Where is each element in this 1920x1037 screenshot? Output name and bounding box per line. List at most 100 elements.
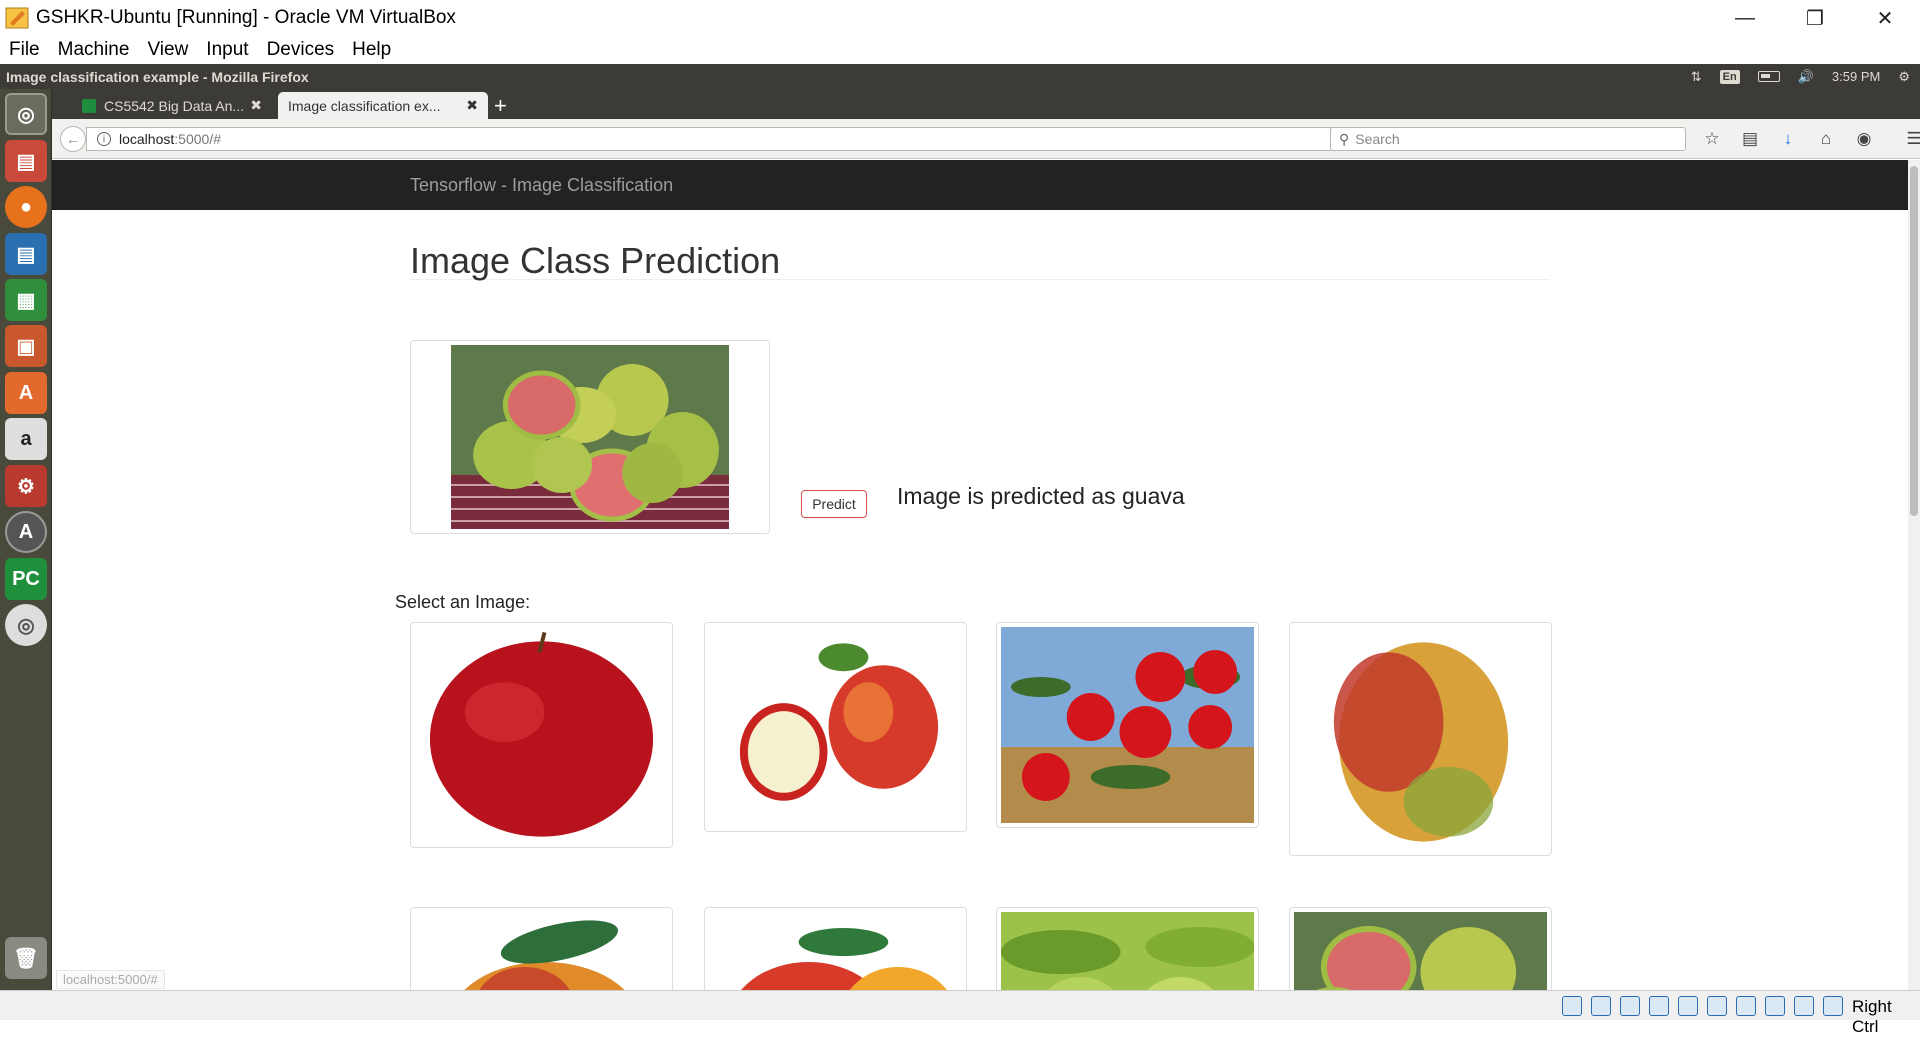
new-tab-icon[interactable]: + bbox=[494, 93, 507, 119]
mango-leaf-image bbox=[415, 912, 668, 990]
menu-devices[interactable]: Devices bbox=[258, 39, 344, 61]
mouse-integration-icon[interactable] bbox=[1823, 996, 1843, 1016]
restore-icon[interactable]: ❐ bbox=[1780, 0, 1850, 36]
page-viewport: Tensorflow - Image Classification Image … bbox=[52, 160, 1908, 990]
image-option-apple-2[interactable] bbox=[704, 622, 967, 832]
reading-list-icon[interactable]: ▤ bbox=[1738, 129, 1762, 149]
software-center-icon[interactable]: A bbox=[5, 372, 47, 414]
software-updater-icon[interactable]: A bbox=[5, 511, 47, 553]
close-icon[interactable]: ✖ bbox=[250, 97, 262, 114]
audio-icon[interactable] bbox=[1620, 996, 1640, 1016]
minimize-icon[interactable]: — bbox=[1710, 0, 1780, 36]
amazon-icon[interactable]: a bbox=[5, 418, 47, 460]
close-icon[interactable]: ✕ bbox=[1850, 0, 1920, 36]
vbox-status-bar: Right Ctrl bbox=[0, 990, 1920, 1036]
optical-drive-icon[interactable] bbox=[1591, 996, 1611, 1016]
select-image-label: Select an Image: bbox=[395, 592, 531, 612]
image-option-tree-fruit[interactable] bbox=[996, 622, 1259, 828]
volume-icon[interactable]: 🔊 bbox=[1798, 69, 1814, 85]
vbox-menu-bar: File Machine View Input Devices Help bbox=[0, 36, 1920, 64]
gear-icon[interactable]: ⚙ bbox=[1898, 69, 1910, 85]
tab-cs5542[interactable]: CS5542 Big Data An... ✖ bbox=[72, 92, 272, 119]
image-option-guava-tree[interactable] bbox=[996, 907, 1259, 990]
dvd-icon[interactable]: ◎ bbox=[5, 604, 47, 646]
firefox-nav-bar: ← i localhost:5000/# ↻ ⚲ Search ☆ ▤ ↓ ⌂ … bbox=[52, 119, 1920, 159]
cpu-icon[interactable] bbox=[1794, 996, 1814, 1016]
image-option-mango-1[interactable] bbox=[1289, 622, 1552, 856]
calc-icon[interactable]: ▦ bbox=[5, 279, 47, 321]
tab-label: CS5542 Big Data An... bbox=[104, 97, 245, 114]
usb-icon[interactable] bbox=[1678, 996, 1698, 1016]
files-icon[interactable]: ▤ bbox=[5, 140, 47, 182]
keyboard-layout-indicator[interactable]: En bbox=[1719, 69, 1740, 84]
page-header: Image Class Prediction bbox=[410, 226, 1550, 281]
navbar-brand[interactable]: Tensorflow - Image Classification bbox=[410, 175, 673, 196]
impress-icon[interactable]: ▣ bbox=[5, 325, 47, 367]
tab-image-classification[interactable]: Image classification ex... ✖ bbox=[278, 92, 488, 119]
mango-image bbox=[1294, 627, 1547, 851]
image-option-mango-3[interactable] bbox=[704, 907, 967, 990]
guava-image bbox=[451, 345, 729, 529]
scrollbar-thumb[interactable] bbox=[1910, 166, 1918, 516]
menu-file[interactable]: File bbox=[0, 39, 49, 61]
apple-image bbox=[415, 627, 668, 843]
ubuntu-launcher: ◎ ▤ ● ▤ ▦ ▣ A a ⚙ A PC ◎ 🗑 bbox=[0, 89, 52, 990]
back-icon[interactable]: ← bbox=[60, 126, 86, 152]
sheets-icon bbox=[82, 98, 96, 113]
page-title: Image Class Prediction bbox=[410, 240, 781, 281]
search-icon: ⚲ bbox=[1339, 130, 1350, 147]
menu-machine[interactable]: Machine bbox=[49, 39, 139, 61]
page-navbar: Tensorflow - Image Classification bbox=[52, 160, 1908, 210]
prediction-result: Image is predicted as guava bbox=[897, 483, 1185, 509]
display-icon[interactable] bbox=[1736, 996, 1756, 1016]
search-placeholder: Search bbox=[1355, 131, 1400, 147]
image-option-apple-1[interactable] bbox=[410, 622, 673, 848]
vbox-title-bar: GSHKR-Ubuntu [Running] - Oracle VM Virtu… bbox=[0, 0, 1920, 36]
host-key-label: Right Ctrl bbox=[1852, 997, 1892, 1036]
apple-halves-image bbox=[709, 627, 962, 827]
image-option-guava[interactable] bbox=[1289, 907, 1552, 990]
link-status-tooltip: localhost:5000/# bbox=[56, 970, 165, 989]
info-icon[interactable]: i bbox=[97, 132, 111, 146]
page-scrollbar[interactable] bbox=[1908, 160, 1920, 990]
ubuntu-dash-icon[interactable]: ◎ bbox=[5, 93, 47, 135]
active-window-title: Image classification example - Mozilla F… bbox=[6, 68, 309, 85]
home-icon[interactable]: ⌂ bbox=[1814, 129, 1838, 149]
firefox-icon[interactable]: ● bbox=[5, 186, 47, 228]
guava-tree-image bbox=[1001, 912, 1254, 990]
url-host: localhost bbox=[119, 131, 175, 147]
pocket-icon[interactable]: ◉ bbox=[1852, 129, 1876, 149]
firefox-tab-strip: CS5542 Big Data An... ✖ Image classifica… bbox=[52, 89, 1920, 119]
vbox-window-title: GSHKR-Ubuntu [Running] - Oracle VM Virtu… bbox=[36, 7, 456, 28]
image-option-mango-2[interactable] bbox=[410, 907, 673, 990]
url-bar[interactable]: i localhost:5000/# ↻ bbox=[86, 127, 1362, 151]
menu-input[interactable]: Input bbox=[197, 39, 257, 61]
hard-disk-icon[interactable] bbox=[1562, 996, 1582, 1016]
clock[interactable]: 3:59 PM bbox=[1832, 69, 1880, 84]
trash-icon[interactable]: 🗑 bbox=[5, 937, 47, 979]
menu-icon[interactable]: ☰ bbox=[1902, 129, 1920, 149]
close-icon[interactable]: ✖ bbox=[466, 97, 478, 114]
shared-folders-icon[interactable] bbox=[1707, 996, 1727, 1016]
battery-icon[interactable] bbox=[1757, 71, 1780, 82]
guava-image-small bbox=[1294, 912, 1547, 990]
download-icon[interactable]: ↓ bbox=[1776, 129, 1800, 149]
ubuntu-top-panel: Image classification example - Mozilla F… bbox=[0, 64, 1920, 89]
menu-help[interactable]: Help bbox=[343, 39, 400, 61]
bookmark-star-icon[interactable]: ☆ bbox=[1700, 129, 1724, 149]
mango-cut-image bbox=[709, 912, 962, 990]
pycharm-icon[interactable]: PC bbox=[5, 558, 47, 600]
search-input[interactable]: ⚲ Search bbox=[1330, 127, 1686, 151]
writer-icon[interactable]: ▤ bbox=[5, 233, 47, 275]
system-settings-icon[interactable]: ⚙ bbox=[5, 465, 47, 507]
network-adapter-icon[interactable] bbox=[1649, 996, 1669, 1016]
predict-button[interactable]: Predict bbox=[801, 490, 867, 518]
virtualbox-app-icon bbox=[5, 7, 29, 29]
video-capture-icon[interactable] bbox=[1765, 996, 1785, 1016]
selected-image bbox=[410, 340, 770, 534]
red-fruit-tree-image bbox=[1001, 627, 1254, 823]
menu-view[interactable]: View bbox=[138, 39, 197, 61]
network-icon[interactable]: ⇅ bbox=[1691, 69, 1702, 85]
url-path: :5000/# bbox=[174, 131, 221, 147]
tab-label: Image classification ex... bbox=[288, 97, 441, 114]
